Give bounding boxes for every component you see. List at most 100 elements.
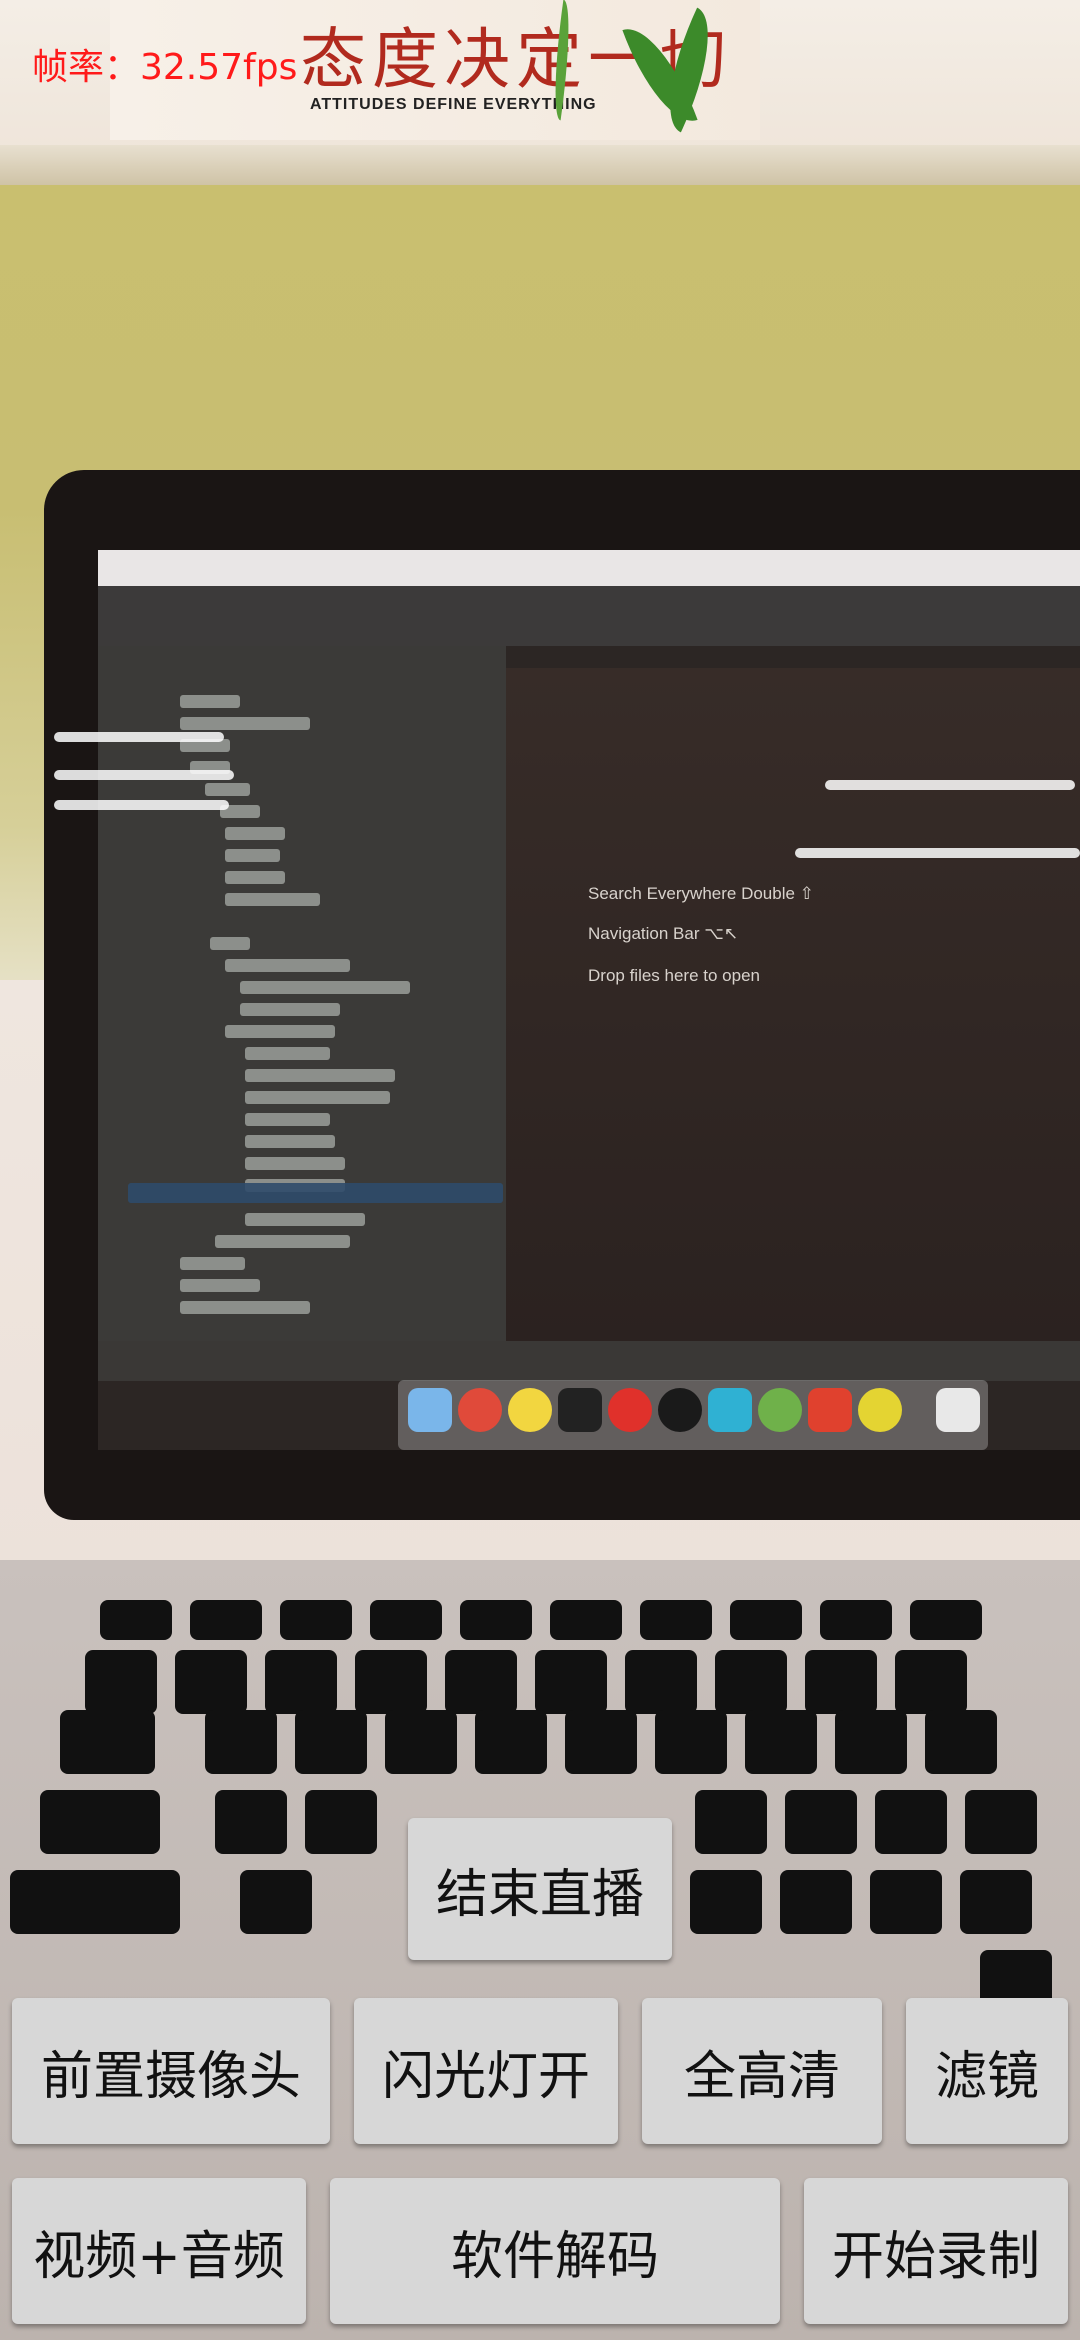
screen-glare [54, 732, 224, 742]
keyboard-key [355, 1650, 427, 1714]
keyboard-key [745, 1710, 817, 1774]
start-record-button[interactable]: 开始录制 [804, 2178, 1068, 2324]
poster-subtitle: ATTITUDES DEFINE EVERYTHING [310, 96, 597, 113]
tree-row [245, 1069, 395, 1082]
keyboard-key [190, 1600, 262, 1640]
ide-editor [506, 668, 1080, 1341]
tree-row [210, 937, 250, 950]
software-decode-button[interactable]: 软件解码 [330, 2178, 780, 2324]
camera-preview: 态度决定一切 ATTITUDES DEFINE EVERYTHING Searc… [0, 0, 1080, 2340]
keyboard-key [625, 1650, 697, 1714]
filter-button[interactable]: 滤镜 [906, 1998, 1068, 2144]
front-camera-button[interactable]: 前置摄像头 [12, 1998, 330, 2144]
ide-menubar [98, 550, 1080, 586]
keyboard-key [370, 1600, 442, 1640]
fps-counter: 帧率：32.57fps [32, 47, 298, 88]
keyboard-key [925, 1710, 997, 1774]
tree-row [180, 1279, 260, 1292]
dock-app-icon [408, 1388, 452, 1432]
full-hd-button[interactable]: 全高清 [642, 1998, 882, 2144]
ide-statusbar [98, 1341, 1080, 1381]
keyboard-key [715, 1650, 787, 1714]
keyboard-key [835, 1710, 907, 1774]
keyboard-key [445, 1650, 517, 1714]
keyboard-key [780, 1870, 852, 1934]
flash-toggle-button[interactable]: 闪光灯开 [354, 1998, 618, 2144]
keyboard-key [175, 1650, 247, 1714]
end-live-button[interactable]: 结束直播 [408, 1818, 672, 1960]
dock-app-icon [858, 1388, 902, 1432]
tree-row [225, 849, 280, 862]
editor-hint-navbar: Navigation Bar ⌥↖ [588, 924, 739, 943]
keyboard-key [910, 1600, 982, 1640]
dock-app-icon [708, 1388, 752, 1432]
tree-row [225, 827, 285, 840]
keyboard-key [85, 1650, 157, 1714]
tree-row [180, 717, 310, 730]
tree-row [225, 959, 350, 972]
tree-row [180, 1257, 245, 1270]
tree-row [245, 1213, 365, 1226]
dock-app-icon [758, 1388, 802, 1432]
keyboard-key [215, 1790, 287, 1854]
keyboard-key [205, 1710, 277, 1774]
tree-row [180, 1301, 310, 1314]
tree-row-selected [128, 1183, 503, 1203]
screen-glare [54, 800, 229, 810]
keyboard-key [870, 1870, 942, 1934]
keyboard-key [565, 1710, 637, 1774]
tree-row [240, 981, 410, 994]
keyboard-key [965, 1790, 1037, 1854]
keyboard-key [280, 1600, 352, 1640]
tree-row [245, 1157, 345, 1170]
keyboard-key [265, 1650, 337, 1714]
tree-row [240, 1003, 340, 1016]
keyboard-key [295, 1710, 367, 1774]
tree-row [225, 1025, 335, 1038]
keyboard-key [460, 1600, 532, 1640]
tree-row [245, 1113, 330, 1126]
dock-app-icon [936, 1388, 980, 1432]
tree-row [245, 1047, 330, 1060]
keyboard-key [695, 1790, 767, 1854]
tree-row [215, 1235, 350, 1248]
screen-glare [825, 780, 1075, 790]
dock-app-icon [608, 1388, 652, 1432]
keyboard-key [385, 1710, 457, 1774]
editor-hint-drop: Drop files here to open [588, 966, 760, 985]
keyboard-key [690, 1870, 762, 1934]
keyboard-key [100, 1600, 172, 1640]
screen-glare [54, 770, 234, 780]
keyboard-key [820, 1600, 892, 1640]
dock-app-icon [658, 1388, 702, 1432]
dock-app-icon [558, 1388, 602, 1432]
screen-glare [795, 848, 1080, 858]
tree-row [180, 695, 240, 708]
ide-toolbar [98, 586, 1080, 646]
keyboard-key [60, 1710, 155, 1774]
keyboard-key [10, 1870, 180, 1934]
keyboard-key [240, 1870, 312, 1934]
keyboard-key [875, 1790, 947, 1854]
keyboard-key [655, 1710, 727, 1774]
dock-app-icon [508, 1388, 552, 1432]
keyboard-key [960, 1870, 1032, 1934]
editor-hint-search: Search Everywhere Double ⇧ [588, 884, 814, 903]
video-audio-button[interactable]: 视频+音频 [12, 2178, 306, 2324]
tree-row [245, 1135, 335, 1148]
dock-app-icon [808, 1388, 852, 1432]
keyboard-key [475, 1710, 547, 1774]
keyboard-key [895, 1650, 967, 1714]
tree-row [205, 783, 250, 796]
dock-app-icon [458, 1388, 502, 1432]
keyboard-key [640, 1600, 712, 1640]
keyboard-key [730, 1600, 802, 1640]
tree-row [245, 1091, 390, 1104]
shelf [0, 145, 1080, 185]
tree-row [225, 871, 285, 884]
keyboard-key [785, 1790, 857, 1854]
keyboard-key [550, 1600, 622, 1640]
keyboard-key [305, 1790, 377, 1854]
keyboard-key [40, 1790, 160, 1854]
keyboard-key [535, 1650, 607, 1714]
